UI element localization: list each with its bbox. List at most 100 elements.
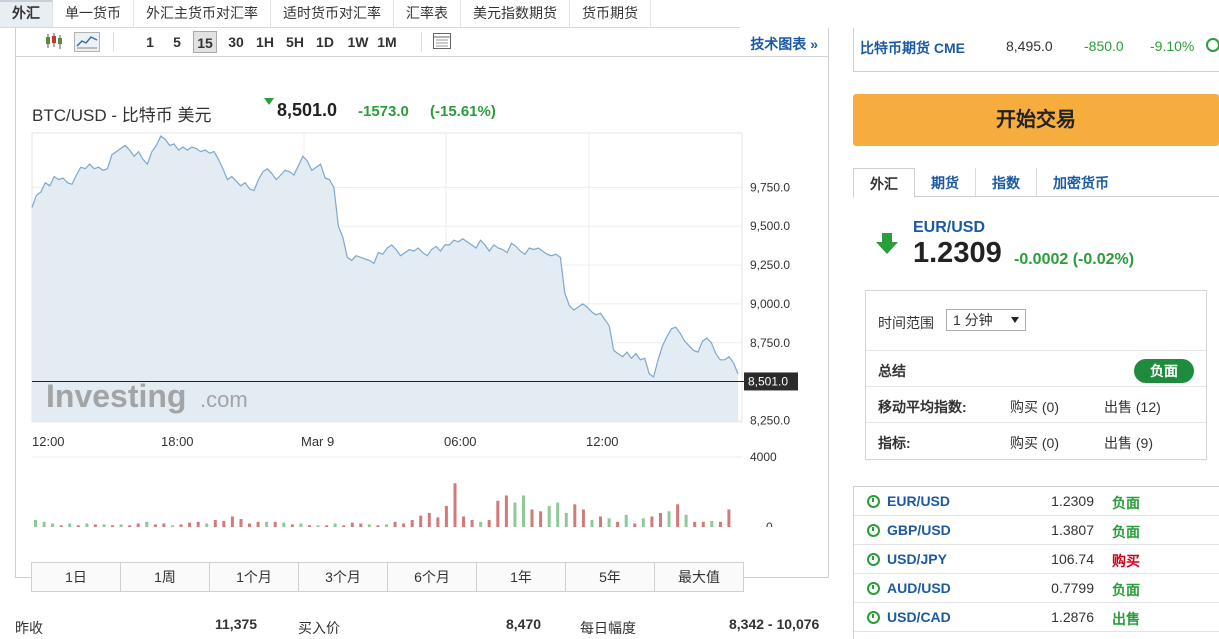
volume-bar bbox=[650, 516, 654, 527]
x-tick-label: 06:00 bbox=[444, 434, 477, 449]
technical-summary: 时间范围 1 分钟 总结 负面 移动平均指数: 购买 (0) 出售 (12) 指… bbox=[865, 290, 1207, 460]
pair-signal: 出售 bbox=[1112, 611, 1140, 627]
indicator-table-icon[interactable] bbox=[430, 32, 454, 52]
pair-name[interactable]: AUD/USD bbox=[887, 580, 951, 596]
time-range-bar: 1日 1周 1个月 3个月 6个月 1年 5年 最大值 bbox=[31, 562, 744, 592]
summary-badge: 负面 bbox=[1134, 359, 1194, 383]
tab-crypto[interactable]: 加密货币 bbox=[1037, 168, 1125, 196]
range-max[interactable]: 最大值 bbox=[655, 563, 743, 591]
pair-row[interactable]: GBP/USD 1.3807 负面 bbox=[854, 516, 1219, 545]
y-tick-label: 9,500.0 bbox=[750, 219, 790, 233]
nav-tab-forex[interactable]: 外汇 bbox=[0, 0, 53, 27]
nav-tab-rates-table[interactable]: 汇率表 bbox=[394, 0, 461, 27]
volume-bar bbox=[34, 520, 37, 527]
volume-bar bbox=[616, 521, 620, 527]
range-1y[interactable]: 1年 bbox=[477, 563, 566, 591]
cme-price: 8,495.0 bbox=[1006, 38, 1053, 54]
pair-name[interactable]: USD/JPY bbox=[887, 551, 947, 567]
pair-value: 1.2309 bbox=[1051, 493, 1094, 509]
y-tick-label: 8,750.0 bbox=[750, 336, 790, 350]
volume-bar bbox=[667, 511, 671, 527]
start-trading-button[interactable]: 开始交易 bbox=[853, 94, 1219, 146]
volume-bar bbox=[333, 523, 337, 527]
nav-tab-usd-index-futures[interactable]: 美元指数期货 bbox=[461, 0, 570, 27]
volume-bar bbox=[136, 523, 140, 527]
volume-bar bbox=[51, 523, 55, 527]
volume-tick-label: 4000 bbox=[750, 450, 777, 464]
volume-bar bbox=[282, 522, 286, 527]
volume-bar bbox=[162, 523, 166, 527]
prev-close-value: 11,375 bbox=[215, 616, 258, 632]
pair-row[interactable]: USD/JPY 106.74 购买 bbox=[854, 545, 1219, 574]
summary-label: 总结 bbox=[878, 363, 906, 379]
indicator-label: 指标: bbox=[878, 435, 911, 451]
day-range-value: 8,342 - 10,076 bbox=[729, 616, 820, 632]
quote-symbol[interactable]: EUR/USD bbox=[913, 219, 985, 237]
technical-chart-link[interactable]: 技术图表 » bbox=[750, 34, 818, 54]
volume-bar bbox=[504, 495, 508, 527]
x-tick-label: 18:00 bbox=[161, 434, 194, 449]
tab-forex[interactable]: 外汇 bbox=[853, 168, 915, 198]
pair-name[interactable]: USD/CAD bbox=[887, 609, 951, 625]
cme-change-pct: -9.10% bbox=[1150, 38, 1195, 54]
range-5y[interactable]: 5年 bbox=[566, 563, 655, 591]
volume-bar bbox=[479, 521, 483, 527]
volume-bar bbox=[111, 525, 114, 527]
nav-tab-major-pairs[interactable]: 外汇主货币对汇率 bbox=[134, 0, 271, 27]
range-3m[interactable]: 3个月 bbox=[299, 563, 388, 591]
volume-bar bbox=[701, 521, 705, 527]
area-chart-icon[interactable] bbox=[74, 32, 100, 52]
x-tick-label: Mar 9 bbox=[301, 434, 334, 449]
price-chart[interactable]: 8,501.0 Investing .com 9,750.0 9,500.0 9,250.… bbox=[16, 57, 828, 527]
volume-bar bbox=[641, 518, 645, 527]
volume-bar bbox=[299, 523, 303, 527]
interval-button[interactable]: 30 bbox=[224, 31, 248, 53]
instrument-name: BTC/USD - 比特币 美元 bbox=[32, 106, 212, 125]
range-1d[interactable]: 1日 bbox=[32, 563, 121, 591]
nav-tab-live-pairs[interactable]: 适时货币对汇率 bbox=[271, 0, 394, 27]
cme-name[interactable]: 比特币期货 CME bbox=[860, 38, 965, 58]
chevron-down-icon bbox=[1011, 317, 1019, 323]
interval-button[interactable]: 5H bbox=[283, 31, 307, 53]
interval-button[interactable]: 5 bbox=[167, 31, 187, 53]
timeframe-select[interactable]: 1 分钟 bbox=[946, 309, 1026, 331]
pair-name[interactable]: GBP/USD bbox=[887, 522, 951, 538]
volume-bar bbox=[145, 521, 149, 527]
chart-toolbar: 1 5 15 30 1H 5H 1D 1W 1M 技术图表 » bbox=[16, 28, 828, 56]
investing-logo-suffix: .com bbox=[200, 387, 248, 412]
cme-futures-row[interactable]: 比特币期货 CME 8,495.0 -850.0 -9.10% bbox=[853, 28, 1219, 72]
interval-button[interactable]: 1H bbox=[253, 31, 277, 53]
range-1w[interactable]: 1周 bbox=[121, 563, 210, 591]
interval-button[interactable]: 1 bbox=[140, 31, 160, 53]
volume-bar bbox=[547, 506, 551, 527]
volume-bar bbox=[290, 524, 294, 527]
range-6m[interactable]: 6个月 bbox=[388, 563, 477, 591]
pair-row[interactable]: EUR/USD 1.2309 负面 bbox=[854, 487, 1219, 516]
interval-button[interactable]: 1W bbox=[345, 31, 371, 53]
range-1m[interactable]: 1个月 bbox=[210, 563, 299, 591]
interval-button[interactable]: 1D bbox=[313, 31, 337, 53]
pair-row[interactable]: AUD/USD 0.7799 负面 bbox=[854, 574, 1219, 603]
volume-bar bbox=[684, 514, 688, 527]
candlestick-icon[interactable] bbox=[42, 32, 66, 52]
clock-icon bbox=[1206, 38, 1219, 52]
clock-icon bbox=[867, 553, 880, 566]
volume-bar bbox=[659, 513, 662, 527]
nav-tab-single-currency[interactable]: 单一货币 bbox=[53, 0, 134, 27]
volume-bar bbox=[230, 516, 234, 527]
tab-indices[interactable]: 指数 bbox=[976, 168, 1037, 196]
interval-button[interactable]: 15 bbox=[193, 31, 217, 53]
clock-icon bbox=[867, 524, 880, 537]
pair-name[interactable]: EUR/USD bbox=[887, 493, 950, 509]
tab-futures[interactable]: 期货 bbox=[915, 168, 976, 196]
ma-label: 移动平均指数: bbox=[878, 399, 967, 415]
day-range-label: 每日幅度 bbox=[580, 620, 636, 636]
pair-row[interactable]: USD/CAD 1.2876 出售 bbox=[854, 603, 1219, 632]
chart-area: 8,501.0 Investing .com 9,750.0 9,500.0 9,250.… bbox=[16, 56, 828, 592]
investing-logo: Investing bbox=[46, 378, 186, 414]
nav-tab-currency-futures[interactable]: 货币期货 bbox=[570, 0, 651, 27]
volume-bar bbox=[273, 521, 277, 527]
volume-bar bbox=[393, 521, 397, 527]
indicator-sell: 出售 (9) bbox=[1104, 435, 1153, 451]
interval-button[interactable]: 1M bbox=[374, 31, 400, 53]
